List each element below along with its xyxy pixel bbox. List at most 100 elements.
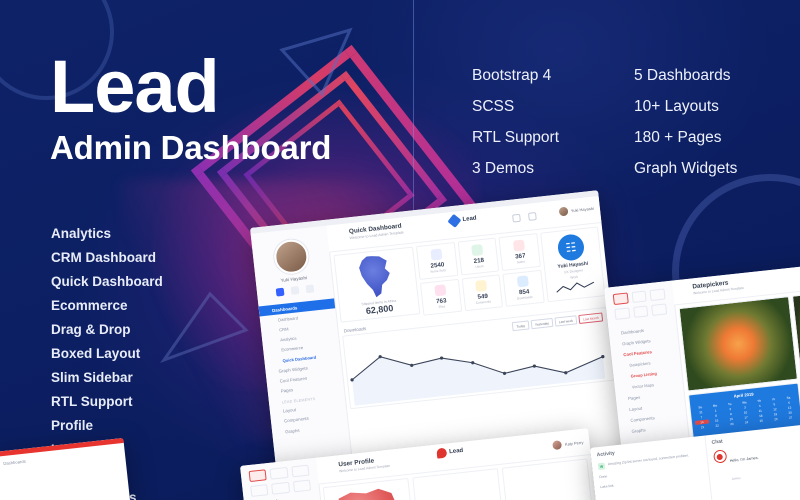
- comment-icon: [475, 280, 488, 293]
- grid-icon[interactable]: [248, 469, 268, 483]
- grid-icon[interactable]: [612, 292, 629, 306]
- calendar-day[interactable]: 26: [769, 416, 783, 421]
- decor-vertical-line: [413, 0, 414, 225]
- calendar-day[interactable]: 22: [710, 422, 724, 427]
- promo-banner: Lead Admin Dashboard Bootstrap 4 SCSS RT…: [0, 0, 800, 500]
- world-map-icon: [329, 485, 403, 500]
- stat-tile: 854 Downloads: [502, 269, 545, 307]
- calendar-day[interactable]: 25: [754, 418, 768, 423]
- page-list-item: RTL Support: [51, 394, 133, 409]
- chat-message: Hello, I'm James.: [729, 455, 759, 463]
- table-icon[interactable]: [614, 307, 631, 320]
- info-card: [412, 468, 508, 500]
- page-list-item: Profile: [51, 418, 94, 433]
- avatar: [272, 237, 311, 276]
- chart-icon[interactable]: [291, 464, 310, 478]
- feature-list-column-2: 5 Dashboards 10+ Layouts 180 + Pages Gra…: [634, 60, 737, 184]
- sidebar-menu: Dashboards Dashboard CRM Analytics Ecomm…: [258, 298, 349, 438]
- settings-icon[interactable]: [290, 286, 300, 295]
- page-list-item: Drag & Drop: [51, 322, 131, 337]
- flower-photo-orange: [678, 296, 798, 392]
- feature-item: SCSS: [472, 98, 515, 115]
- chat-message-row: Hello, I'm James. James: [712, 440, 800, 487]
- sidebar-menu: Dashboards Graph Widgets Cool Features D…: [608, 321, 687, 438]
- stat-tile: 218 Users: [457, 237, 500, 275]
- search-icon[interactable]: [512, 213, 521, 223]
- users-icon: [471, 243, 484, 256]
- status-badge: W: [597, 462, 606, 471]
- page-list-item: Quick Dashboard: [51, 274, 163, 289]
- stat-label: Comments: [475, 299, 492, 306]
- decor-triangle-middle: [160, 290, 252, 368]
- calendar-day[interactable]: 24: [739, 419, 753, 424]
- range-today-button[interactable]: Today: [511, 320, 530, 332]
- page-list-item: Analytics: [51, 226, 112, 241]
- feature-item: Bootstrap 4: [472, 67, 552, 84]
- brand-logo: Lead: [447, 213, 477, 228]
- calendar-day[interactable]: 21: [695, 424, 709, 429]
- stat-label: Files: [438, 304, 446, 310]
- feature-item: 3 Demos: [472, 160, 535, 177]
- header-user-name: Katy Perry: [564, 439, 584, 447]
- mustache-icon: ☷: [556, 233, 586, 262]
- download-icon: [516, 275, 530, 288]
- stat-label: Downloads: [516, 295, 533, 301]
- page-list-item: Ecommerce: [51, 298, 128, 313]
- feature-item: Graph Widgets: [634, 160, 738, 177]
- header-icons: [512, 212, 537, 223]
- sparkline-chart: [556, 281, 595, 293]
- feature-item: 10+ Layouts: [634, 98, 719, 115]
- dashboard-icon[interactable]: [275, 287, 285, 297]
- bell-icon[interactable]: [527, 212, 537, 221]
- gear-icon[interactable]: [651, 303, 668, 316]
- chart-icon[interactable]: [649, 288, 666, 301]
- activity-meta: Done: [598, 474, 608, 480]
- avatar: [558, 206, 569, 217]
- downloads-chart: Today Yesterday Last week Last Month: [342, 306, 615, 410]
- logo-mark-icon: [447, 213, 462, 228]
- avatar: [712, 449, 727, 464]
- profile-name: Yuki Hayashi: [557, 260, 589, 270]
- gear-icon[interactable]: [292, 479, 312, 493]
- calendar-icon[interactable]: [632, 305, 649, 318]
- logout-icon[interactable]: [305, 284, 315, 294]
- logo-mark-icon: [435, 447, 447, 459]
- feature-item: 180 + Pages: [634, 129, 722, 146]
- list-icon[interactable]: [631, 290, 648, 304]
- table-icon[interactable]: [250, 484, 269, 497]
- stat-label: Items Sold: [430, 267, 446, 274]
- sidebar-quick-icons: [604, 281, 675, 321]
- header-user[interactable]: Katy Perry: [552, 438, 584, 451]
- hero-heading-group: Lead Admin Dashboard: [50, 45, 332, 167]
- page-title: Lead: [50, 45, 220, 128]
- header-user-name: Yuki Hayashi: [570, 205, 595, 214]
- tag-icon: [513, 239, 526, 252]
- sidebar-quick-icons: [257, 282, 333, 298]
- calendar-icon[interactable]: [271, 481, 290, 495]
- profile-role: UX Designer: [563, 268, 584, 275]
- list-icon[interactable]: [269, 466, 289, 480]
- stat-tile: 549 Comments: [461, 273, 504, 312]
- activity-text: Lake link: [600, 483, 614, 490]
- feature-item: RTL Support: [472, 129, 560, 146]
- profile-location: Work: [570, 274, 579, 280]
- feature-item: 5 Dashboards: [634, 67, 731, 84]
- map-value: 62,800: [365, 302, 394, 316]
- calendar-day[interactable]: 27: [784, 414, 798, 419]
- calendar-day[interactable]: 23: [725, 421, 739, 426]
- stat-label: Users: [475, 263, 484, 269]
- header-user[interactable]: Yuki Hayashi: [558, 204, 594, 217]
- activity-panel: Activity W Amazing Zip list server not f…: [590, 436, 716, 500]
- profile-card: ☷ Yuki Hayashi UX Designer Work: [540, 226, 606, 303]
- map-card: Shipped Items In Africa 62,800: [333, 246, 421, 323]
- chat-panel: Chat Hello, I'm James. James: [703, 423, 800, 500]
- stat-label: Sales: [516, 259, 526, 265]
- brand-name: Lead: [448, 447, 464, 456]
- stat-tile: 2540 Items Sold: [415, 242, 458, 280]
- page-list-item: Boxed Layout: [51, 346, 141, 361]
- stat-tile: 763 Files: [419, 278, 462, 316]
- info-card: [501, 458, 597, 500]
- avatar: [552, 440, 563, 451]
- page-subtitle: Admin Dashboard: [50, 129, 332, 167]
- feature-list-column-1: Bootstrap 4 SCSS RTL Support 3 Demos: [472, 60, 559, 184]
